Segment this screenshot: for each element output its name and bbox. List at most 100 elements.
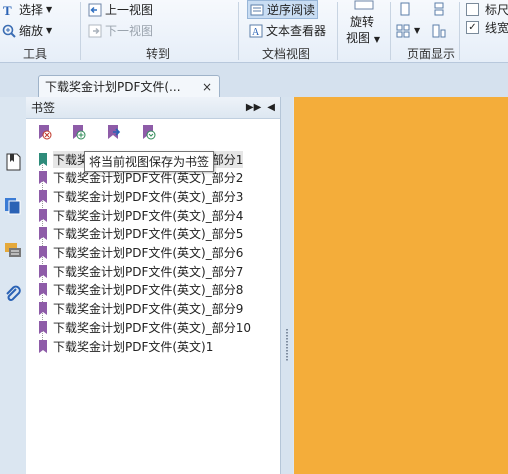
- bookmark-item[interactable]: 下载奖金计划PDF文件(英文)_部分7: [38, 262, 243, 280]
- linewidth-label: 线宽: [485, 21, 508, 35]
- facing-pages-icon[interactable]: [396, 24, 410, 38]
- bookmark-icon: [39, 189, 47, 203]
- bookmark-label: 下载奖金计划PDF文件(英文)_部分3: [53, 189, 244, 204]
- rotate-label-line2: 视图: [346, 31, 371, 45]
- bookmark-icon: [39, 208, 47, 222]
- bookmark-label: 下载奖金计划PDF文件(英文)_部分10: [53, 320, 252, 335]
- zoom-label: 缩放: [19, 24, 44, 38]
- check-icon[interactable]: ✓: [466, 21, 479, 34]
- zoom-icon: [2, 24, 16, 38]
- ruler-label: 标尺: [485, 3, 508, 17]
- bookmark-label: 下载奖金计划PDF文件(英文)_部分4: [53, 208, 244, 223]
- next-view-icon: [88, 24, 102, 37]
- bookmark-icon: [39, 264, 47, 278]
- goto-bookmark-icon[interactable]: [105, 124, 121, 140]
- close-tab-icon[interactable]: ×: [201, 80, 213, 94]
- add-bookmark-icon[interactable]: [70, 124, 86, 140]
- bookmark-item[interactable]: 下载奖金计划PDF文件(英文)_部分6: [38, 244, 243, 262]
- bookmark-item[interactable]: 下载奖金计划PDF文件(英文)_部分3: [38, 187, 243, 205]
- docview-group-label: 文档视图: [262, 47, 311, 61]
- bookmarks-panel-icon[interactable]: [4, 153, 22, 171]
- group-divider: [459, 2, 460, 60]
- group-divider: [390, 2, 391, 60]
- bookmark-label: 下载奖金计划PDF文件(英文)_部分5: [53, 227, 244, 242]
- single-page-icon[interactable]: [398, 2, 412, 16]
- bookmark-item[interactable]: 下载奖金计划PDF文件(英文)_部分9: [38, 300, 243, 318]
- tooltip: 将当前视图保存为书签: [84, 151, 215, 172]
- bookmark-label: 下载奖金计划PDF文件(英文)1: [53, 339, 214, 354]
- select-label: 选择: [19, 3, 44, 17]
- rotate-label-line2-wrap: 视图 ▼: [346, 29, 380, 46]
- document-tab-strip: 下载奖金计划PDF文件(... ×: [0, 63, 508, 97]
- bookmarks-panel-title: 书签: [31, 101, 56, 115]
- text-viewer-label: 文本查看器: [266, 24, 327, 38]
- bookmark-icon: [39, 320, 47, 334]
- bookmark-tools: [26, 119, 280, 145]
- next-view-label: 下一视图: [105, 24, 154, 38]
- ribbon-toolbar: T 选择 ▼ 缩放 ▼ 工具 上一视图 下一视图 转到 逆序阅读 A 文本查看器…: [0, 0, 508, 63]
- bookmark-icon: [39, 246, 47, 259]
- svg-text:A: A: [252, 27, 260, 38]
- goto-group-label: 转到: [146, 47, 171, 61]
- attachments-panel-icon[interactable]: [4, 285, 22, 303]
- rotate-view-button[interactable]: 旋转 视图 ▼: [344, 0, 384, 46]
- bookmark-icon: [39, 152, 47, 166]
- text-select-icon: T: [3, 3, 12, 17]
- next-view-button[interactable]: 下一视图: [88, 22, 153, 39]
- document-page[interactable]: [294, 97, 508, 474]
- navigation-sidebar: [0, 97, 27, 474]
- select-tool-button[interactable]: T 选择 ▼: [2, 1, 52, 18]
- text-viewer-button[interactable]: A 文本查看器: [249, 22, 326, 39]
- rotate-view-icon: [354, 0, 374, 10]
- bookmark-item[interactable]: 下载奖金计划PDF文件(英文)_部分4: [38, 206, 243, 224]
- bookmark-label: 下载奖金计划PDF文件(英文)_部分6: [53, 246, 244, 260]
- prev-view-label: 上一视图: [105, 3, 154, 17]
- delete-bookmark-icon[interactable]: [36, 124, 52, 140]
- svg-text:T: T: [3, 3, 12, 17]
- comments-panel-icon[interactable]: [4, 241, 22, 259]
- bookmark-options-icon[interactable]: [140, 124, 156, 140]
- split-view-icon[interactable]: [432, 24, 446, 38]
- dropdown-arrow-icon[interactable]: ▼: [414, 26, 420, 35]
- bookmark-item[interactable]: 下载奖金计划PDF文件(英文)_部分10: [38, 318, 251, 336]
- collapse-panel-icon[interactable]: ◀: [267, 102, 275, 113]
- bookmark-label: 下载奖金计划PDF文件(英文)_部分7: [53, 264, 244, 279]
- bookmark-icon: [39, 227, 47, 241]
- group-divider: [337, 2, 338, 60]
- bookmark-icon: [39, 171, 47, 185]
- bookmark-item[interactable]: 下载奖金计划PDF文件(英文)_部分5: [38, 225, 243, 243]
- dropdown-arrow-icon: ▼: [46, 26, 53, 35]
- splitter-grip[interactable]: [286, 329, 288, 361]
- prev-view-button[interactable]: 上一视图: [88, 1, 153, 18]
- rotate-label-line1: 旋转: [350, 15, 375, 29]
- document-tab-title: 下载奖金计划PDF文件(...: [45, 80, 181, 94]
- bookmark-icon: [39, 302, 47, 316]
- continuous-page-icon[interactable]: [432, 2, 446, 16]
- reverse-read-icon: [250, 4, 264, 15]
- pagedisplay-group-label: 页面显示: [407, 47, 456, 61]
- dropdown-arrow-icon: ▼: [373, 35, 380, 44]
- pages-panel-icon[interactable]: [4, 197, 22, 215]
- bookmark-item[interactable]: 下载奖金计划PDF文件(英文)1: [38, 337, 213, 355]
- zoom-tool-button[interactable]: 缩放 ▼: [2, 22, 52, 39]
- group-divider: [238, 2, 239, 60]
- panel-splitter[interactable]: [281, 97, 293, 474]
- bookmark-icon: [39, 339, 47, 353]
- tools-group-label: 工具: [23, 47, 48, 61]
- group-divider: [80, 2, 81, 60]
- linewidth-checkbox[interactable]: ✓ 线宽: [466, 19, 508, 36]
- ruler-checkbox[interactable]: 标尺: [466, 1, 508, 18]
- text-viewer-icon: A: [249, 24, 263, 38]
- bookmark-item[interactable]: 下载奖金计划PDF文件(英文)_部分8: [38, 281, 243, 299]
- reverse-read-label: 逆序阅读: [267, 3, 316, 17]
- expand-panel-icon[interactable]: ▶▶: [246, 102, 261, 113]
- bookmarks-panel-header: 书签 ▶▶ ◀: [26, 97, 280, 119]
- reverse-read-button[interactable]: 逆序阅读: [247, 0, 319, 19]
- dropdown-arrow-icon: ▼: [46, 5, 53, 14]
- bookmark-label: 下载奖金计划PDF文件(英文)_部分8: [53, 283, 244, 298]
- ruler-checkbox-box[interactable]: [466, 3, 479, 16]
- document-tab[interactable]: 下载奖金计划PDF文件(... ×: [38, 75, 220, 97]
- bookmark-icon: [39, 283, 47, 297]
- prev-view-icon: [88, 3, 102, 16]
- bookmark-label: 下载奖金计划PDF文件(英文)_部分9: [53, 302, 244, 317]
